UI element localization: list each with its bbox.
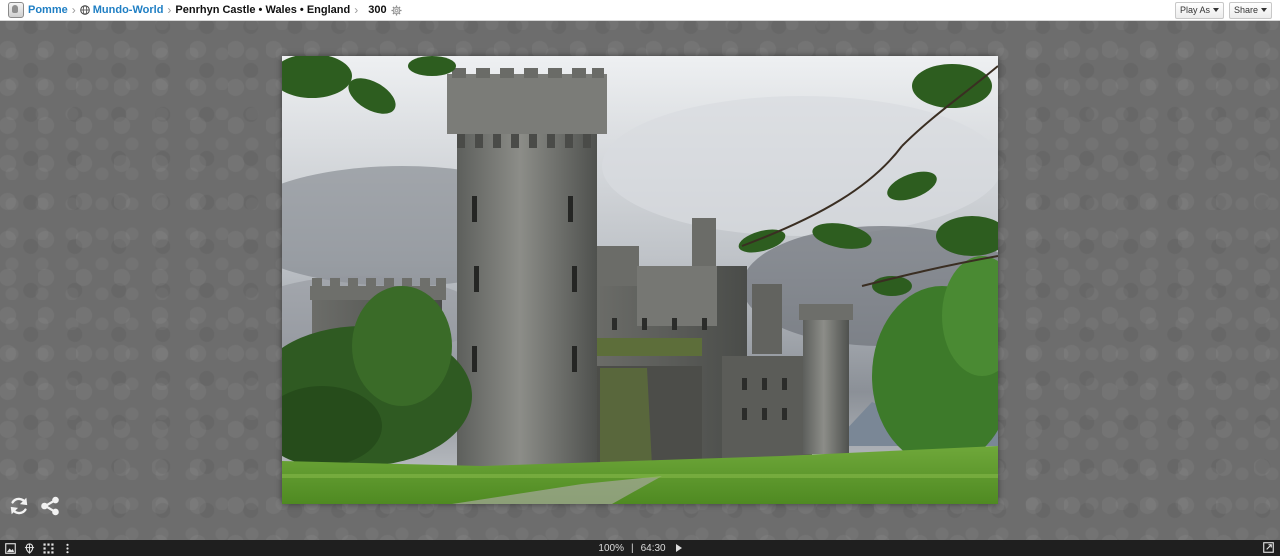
piece-count[interactable]: 300 <box>368 4 402 16</box>
share-dropdown-button[interactable]: Share <box>1228 1 1272 19</box>
zoom-level[interactable]: 100% <box>598 543 624 554</box>
caret-down-icon <box>1212 8 1219 12</box>
play-as-button[interactable]: Play As <box>1174 1 1224 19</box>
breadcrumb-user-link[interactable]: Pomme <box>28 4 68 16</box>
ghost-image-icon[interactable] <box>24 542 35 554</box>
share-icon[interactable] <box>39 495 61 517</box>
castle-photo <box>282 56 998 504</box>
breadcrumb-chevron-icon: › <box>354 3 359 17</box>
top-bar: Pomme › Mundo-World › Penrhyn Castle • W… <box>0 0 1280 21</box>
edge-pieces-icon[interactable] <box>43 542 54 554</box>
globe-icon <box>79 5 90 15</box>
status-divider: | <box>630 542 634 554</box>
puzzle-title: Penrhyn Castle • Wales • England <box>175 4 351 16</box>
breadcrumb-gallery-link[interactable]: Mundo-World <box>93 4 164 16</box>
side-tools <box>8 495 61 517</box>
play-as-label: Play As <box>1179 5 1210 15</box>
avatar-icon[interactable] <box>8 2 24 18</box>
more-vertical-icon[interactable] <box>62 543 73 554</box>
breadcrumb: Pomme › Mundo-World › Penrhyn Castle • W… <box>0 2 402 18</box>
bottom-bar: 100% | 64:30 <box>0 540 1280 556</box>
refresh-icon[interactable] <box>8 495 30 517</box>
fullscreen-icon[interactable] <box>1263 542 1274 553</box>
breadcrumb-chevron-icon: › <box>167 3 172 17</box>
share-label: Share <box>1233 5 1258 15</box>
timer: 64:30 <box>640 542 666 554</box>
play-icon[interactable] <box>675 544 682 552</box>
image-preview-icon[interactable] <box>5 542 16 554</box>
gear-icon[interactable] <box>391 4 402 16</box>
piece-count-label: 300 <box>368 4 387 16</box>
puzzle-image[interactable] <box>282 56 998 504</box>
breadcrumb-chevron-icon: › <box>71 3 76 17</box>
caret-down-icon <box>1261 8 1267 12</box>
